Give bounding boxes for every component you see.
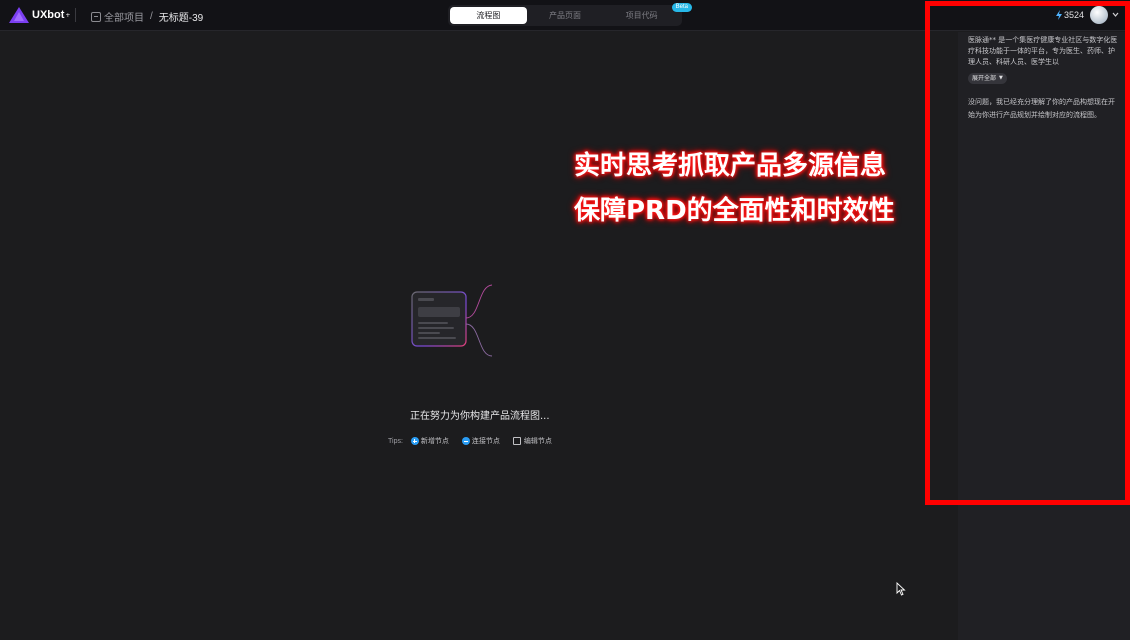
logo[interactable]: UXbot + — [9, 7, 70, 23]
header-divider — [75, 8, 76, 22]
tip-add-node: 新增节点 — [410, 436, 449, 446]
tab-project-code-label: 项目代码 — [625, 11, 658, 20]
tip-connect-node: 连接节点 — [461, 436, 500, 446]
folder-icon — [91, 11, 101, 22]
tip-connect-node-label: 连接节点 — [471, 437, 500, 445]
tips-label: Tips: — [388, 437, 403, 445]
flowchart-loading-illustration — [411, 284, 493, 357]
edit-icon — [512, 437, 521, 445]
logo-text: UXbot — [32, 9, 65, 21]
tab-product-pages[interactable]: 产品页面 — [527, 7, 604, 24]
mouse-cursor-icon — [896, 582, 906, 596]
tab-flowchart[interactable]: 流程图 — [450, 7, 527, 24]
uxbot-logo-icon — [9, 7, 29, 23]
overlay-line-2: 保障PRD的全面性和时效性 — [574, 196, 895, 226]
breadcrumb: 全部项目 / 无标题-39 — [91, 9, 203, 24]
highlight-annotation-box — [925, 1, 1130, 505]
view-tabs: 流程图 产品页面 项目代码 Beta — [448, 3, 693, 26]
logo-superscript: + — [65, 11, 71, 19]
link-circle-icon — [461, 437, 470, 445]
promo-overlay-text: 实时思考抓取产品多源信息 保障PRD的全面性和时效性 — [574, 144, 895, 234]
beta-badge: Beta — [671, 3, 693, 12]
plus-circle-icon — [410, 437, 419, 445]
breadcrumb-separator: / — [150, 11, 153, 22]
tips-bar: Tips: 新增节点 连接节点 编辑节点 — [388, 436, 565, 446]
overlay-line-1: 实时思考抓取产品多源信息 — [574, 151, 887, 181]
loading-message: 正在努力为你构建产品流程图... — [410, 411, 550, 422]
tip-edit-node: 编辑节点 — [512, 436, 552, 446]
tip-add-node-label: 新增节点 — [420, 437, 449, 445]
tab-project-code[interactable]: 项目代码 Beta — [603, 3, 693, 24]
breadcrumb-current-project[interactable]: 无标题-39 — [159, 9, 203, 24]
breadcrumb-all-projects[interactable]: 全部项目 — [104, 9, 144, 24]
tip-edit-node-label: 编辑节点 — [523, 437, 552, 445]
